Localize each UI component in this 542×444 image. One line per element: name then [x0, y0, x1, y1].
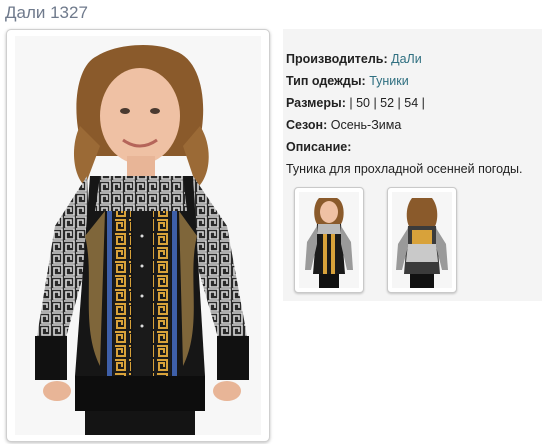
- manufacturer-row: Производитель: ДаЛи: [286, 51, 422, 67]
- manufacturer-link[interactable]: ДаЛи: [391, 52, 422, 66]
- main-product-photo[interactable]: [15, 36, 261, 435]
- sizes-row: Размеры: | 50 | 52 | 54 |: [286, 95, 425, 111]
- main-product-image-frame[interactable]: [6, 29, 270, 442]
- tunic-front-thumb-icon: [299, 192, 359, 288]
- thumbnail-back[interactable]: [387, 187, 457, 293]
- product-title: Дали 1327: [5, 3, 88, 22]
- clothing-type-link[interactable]: Туники: [369, 74, 409, 88]
- clothing-type-label: Тип одежды:: [286, 74, 366, 88]
- description-label: Описание:: [286, 140, 352, 154]
- season-value: Осень-Зима: [330, 118, 402, 132]
- manufacturer-label: Производитель:: [286, 52, 388, 66]
- clothing-type-row: Тип одежды: Туники: [286, 73, 409, 89]
- product-details-panel: Производитель: ДаЛи Тип одежды: Туники Р…: [283, 29, 542, 301]
- sizes-label: Размеры:: [286, 96, 346, 110]
- description-text: Туника для прохладной осенней погоды.: [286, 162, 523, 176]
- sizes-value: | 50 | 52 | 54 |: [349, 96, 425, 110]
- tunic-back-thumb-icon: [392, 192, 452, 288]
- season-row: Сезон: Осень-Зима: [286, 117, 401, 133]
- thumbnail-front[interactable]: [294, 187, 364, 293]
- season-label: Сезон:: [286, 118, 328, 132]
- description-label-row: Описание:: [286, 139, 351, 155]
